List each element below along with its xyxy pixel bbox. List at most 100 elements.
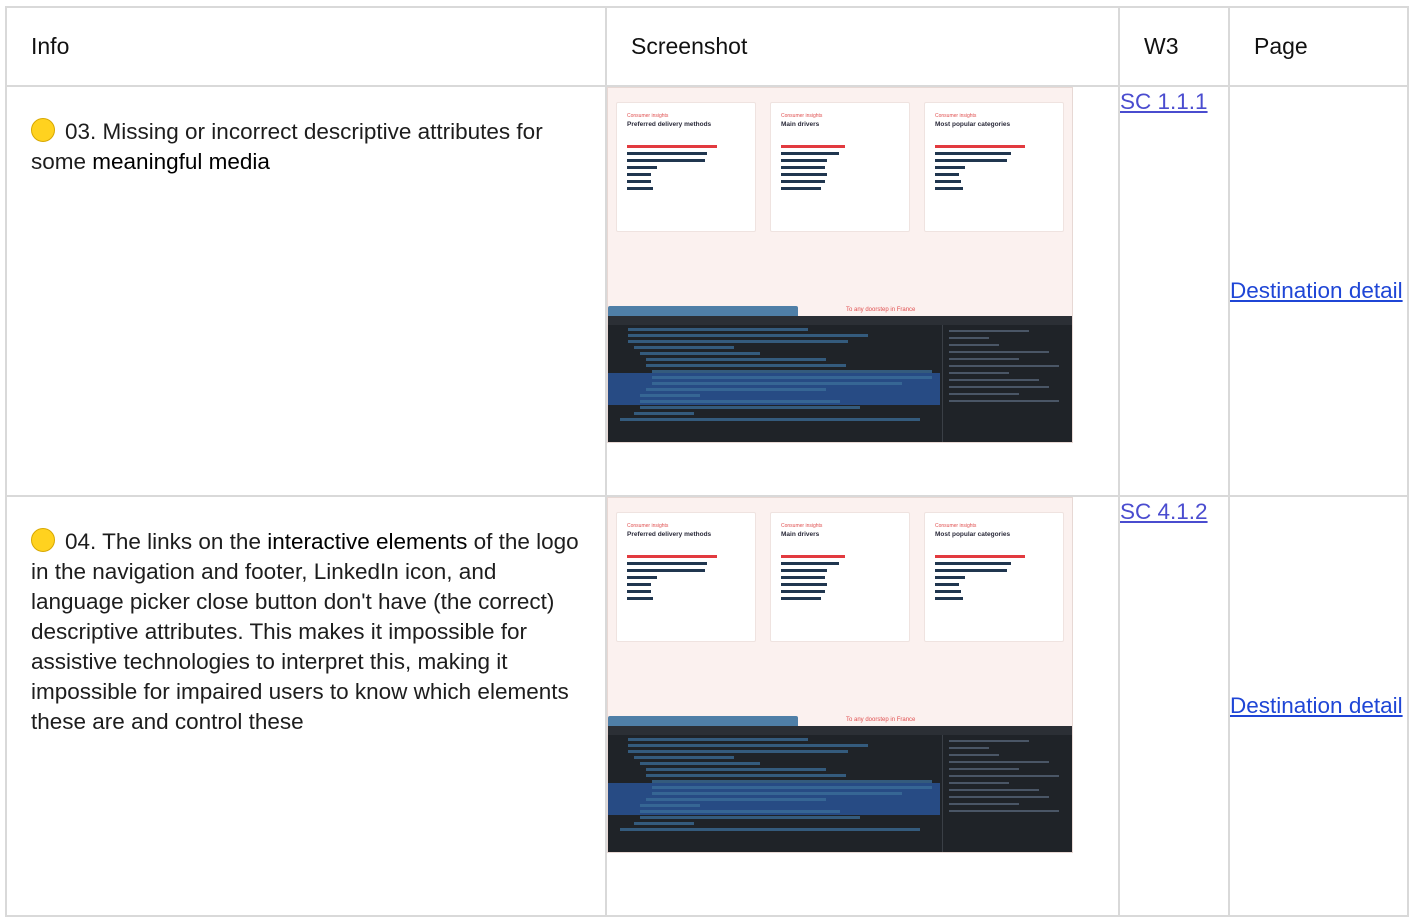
chart-bar [627,145,717,148]
chart-bar [781,583,827,586]
card-title: Main drivers [781,531,820,538]
chart-bar [781,562,839,565]
chart-bar [627,590,651,593]
devtools-styles-pane [942,325,1072,442]
insight-card: Consumer insights Preferred delivery met… [616,102,756,232]
chart-bar [935,159,1007,162]
issue-description: 03. Missing or incorrect descriptive att… [7,87,605,177]
devtools-panel [608,726,1072,852]
chart-bar [627,569,705,572]
screenshot-cell: Consumer insights Preferred delivery met… [605,495,1120,917]
chart-bar [935,145,1025,148]
page-link[interactable]: Destination detail [1230,276,1407,306]
chart-bar [935,555,1025,558]
table-header-row: Info Screenshot W3 Page [5,6,1409,87]
severity-dot-icon [31,118,55,142]
header-w3: W3 [1118,6,1230,87]
devtools-panel [608,316,1072,442]
chart-bar [935,152,1011,155]
card-eyebrow: Consumer insights [627,113,669,119]
chart-bar [627,159,705,162]
chart-bar [627,166,657,169]
header-page: Page [1228,6,1409,87]
chart-bar [627,180,651,183]
chart-bar [627,187,653,190]
chart-bar [627,576,657,579]
chart-bar [935,173,959,176]
chart-bar [935,583,959,586]
card-eyebrow: Consumer insights [627,523,669,529]
card-title: Preferred delivery methods [627,531,712,538]
table-row: 04. The links on the interactive element… [5,495,1409,917]
issue-description: 04. The links on the interactive element… [7,497,605,737]
chart-bar [781,187,821,190]
screenshot-thumbnail[interactable]: Consumer insights Preferred delivery met… [607,87,1073,443]
devtools-toolbar [608,316,1072,325]
issue-emphasis: interactive elements [267,529,468,554]
w3-cell: SC 1.1.1 [1118,85,1230,497]
w3-criterion-link[interactable]: SC 1.1.1 [1120,87,1228,117]
chart-bar [781,166,825,169]
chart-bar [781,590,825,593]
devtools-elements-pane [608,735,940,852]
page-link[interactable]: Destination detail [1230,691,1407,721]
chart-bar [781,180,825,183]
chart-bar [781,576,825,579]
issue-text: 04. The links on the [65,529,268,554]
header-info: Info [5,6,607,87]
chart-bar [627,583,651,586]
audit-table: Info Screenshot W3 Page 03. Missing or i… [5,6,1409,917]
severity-dot-icon [31,528,55,552]
issue-emphasis: meaningful media [92,149,270,174]
chart-bar [627,562,707,565]
chart-bar [935,180,961,183]
card-title: Most popular categories [935,121,1011,128]
table-row: 03. Missing or incorrect descriptive att… [5,85,1409,497]
chart-bar [935,562,1011,565]
info-cell: 04. The links on the interactive element… [5,495,607,917]
chart-bar [935,569,1007,572]
card-eyebrow: Consumer insights [935,113,977,119]
page-cell: Destination detail [1228,495,1409,917]
issue-text-tail: of the logo in the navigation and footer… [31,529,579,734]
chart-bar [781,173,827,176]
screenshot-cell: Consumer insights Preferred delivery met… [605,85,1120,497]
devtools-toolbar [608,726,1072,735]
info-cell: 03. Missing or incorrect descriptive att… [5,85,607,497]
insight-card: Consumer insights Most popular categorie… [924,512,1064,642]
chart-bar [935,597,963,600]
page-cell: Destination detail [1228,85,1409,497]
chart-bar [627,555,717,558]
chart-bar [935,590,961,593]
chart-bar [781,597,821,600]
chart-bar [627,173,651,176]
chart-bar [781,145,845,148]
chart-bar [627,597,653,600]
w3-criterion-link[interactable]: SC 4.1.2 [1120,497,1228,527]
chart-bar [781,569,827,572]
card-eyebrow: Consumer insights [935,523,977,529]
card-eyebrow: Consumer insights [781,523,823,529]
chart-bar [627,152,707,155]
chart-bar [781,555,845,558]
insight-card: Consumer insights Most popular categorie… [924,102,1064,232]
chart-bar [781,152,839,155]
chart-bar [935,166,965,169]
card-title: Most popular categories [935,531,1011,538]
insight-card: Consumer insights Main drivers [770,512,910,642]
strip-text: To any doorstep in France [846,717,916,723]
devtools-elements-pane [608,325,940,442]
screenshot-thumbnail[interactable]: Consumer insights Preferred delivery met… [607,497,1073,853]
card-title: Preferred delivery methods [627,121,712,128]
card-title: Main drivers [781,121,820,128]
w3-cell: SC 4.1.2 [1118,495,1230,917]
card-eyebrow: Consumer insights [781,113,823,119]
chart-bar [935,576,965,579]
devtools-styles-pane [942,735,1072,852]
chart-bar [781,159,827,162]
strip-text: To any doorstep in France [846,307,916,313]
header-screenshot: Screenshot [605,6,1120,87]
insight-card: Consumer insights Main drivers [770,102,910,232]
chart-bar [935,187,963,190]
insight-card: Consumer insights Preferred delivery met… [616,512,756,642]
